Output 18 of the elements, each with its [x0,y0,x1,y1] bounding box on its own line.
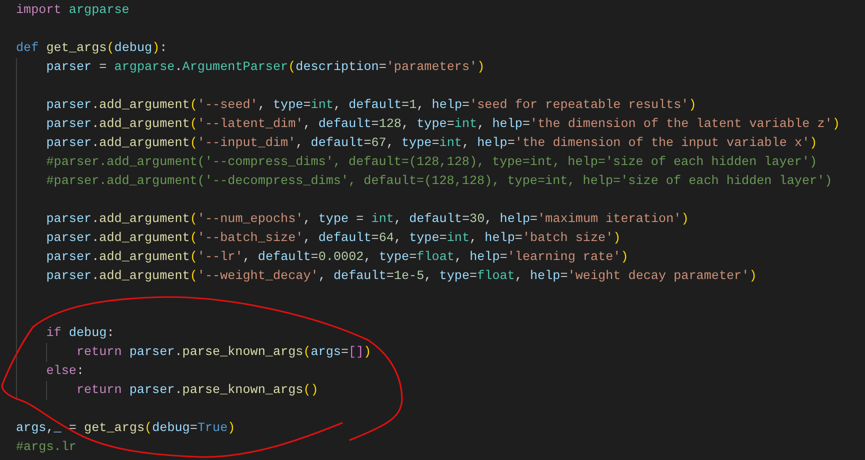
code-line: parser.add_argument('--latent_dim', default=128, type=int, help='the dimension of the latent variable z') [46,116,841,133]
code-line: #parser.add_argument('--decompress_dims', default=(128,128), type=int, help='size of each hidden layer') [46,173,834,190]
code-line: #parser.add_argument('--compress_dims', default=(128,128), type=int, help='size of each hidden layer') [46,154,818,171]
code-line: return parser.parse_known_args() [76,382,320,399]
code-line: args,_ = get_args(debug=True) [16,420,236,437]
code-line: parser.add_argument('--batch_size', default=64, type=int, help='batch size') [46,230,622,247]
code-line: parser = argparse.ArgumentParser(description='parameters') [46,59,486,76]
code-line: parser.add_argument('--seed', type=int, default=1, help='seed for repeatable results') [46,97,698,114]
code-line: parser.add_argument('--input_dim', default=67, type=int, help='the dimension of the input variable x') [46,135,818,152]
code-line: import argparse [16,2,130,19]
code-line: def get_args(debug): [16,40,168,57]
code-line: parser.add_argument('--lr', default=0.0002, type=float, help='learning rate') [46,249,630,266]
code-line: if debug: [46,325,116,342]
code-line: parser.add_argument('--weight_decay', default=1e-5, type=float, help='weight decay parameter') [46,268,758,285]
code-line: parser.add_argument('--num_epochs', type = int, default=30, help='maximum iteration') [46,211,690,228]
code-line: return parser.parse_known_args(args=[]) [76,344,372,361]
code-line: #args.lr [16,439,78,456]
code-line: else: [46,363,86,380]
